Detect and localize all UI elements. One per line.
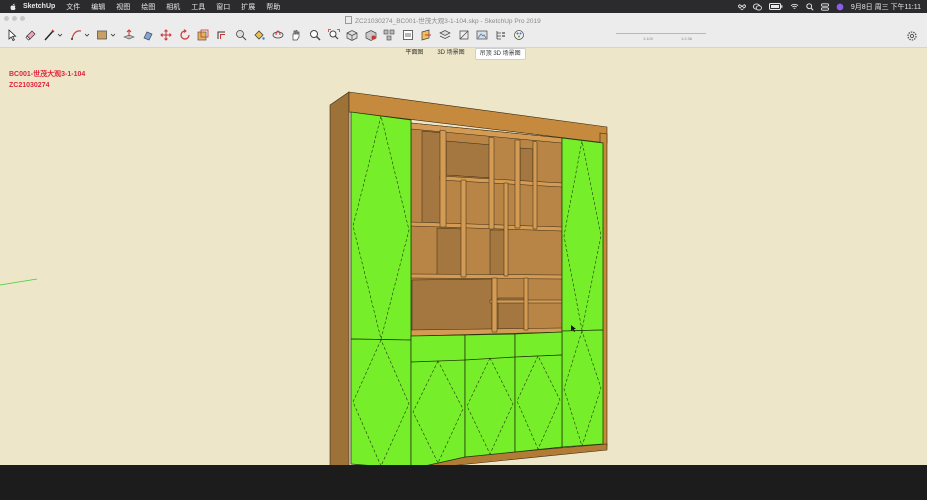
styles-icon[interactable] [457, 28, 471, 42]
menu-bar-status-area: 9月8日 周三 下午11:11 [737, 0, 921, 13]
dropbox-icon[interactable] [737, 3, 746, 11]
3d-warehouse-icon[interactable] [345, 28, 359, 42]
select-tool-icon[interactable] [5, 28, 19, 42]
orbit-tool-icon[interactable] [271, 28, 285, 42]
layout-send-icon[interactable] [401, 28, 415, 42]
paint-bucket-tool-icon[interactable] [252, 28, 266, 42]
materials-icon[interactable] [512, 28, 526, 42]
drawer-3 [514, 331, 563, 358]
battery-icon[interactable] [768, 3, 783, 10]
line-tool-icon[interactable] [42, 28, 64, 42]
sketchup-toolbar: ZC21030274_BC001-世茂大观3-1-104.skp - Sketc… [0, 13, 927, 48]
green-axis-line [0, 278, 38, 286]
zoom-window-button[interactable] [20, 16, 25, 21]
minimize-window-button[interactable] [12, 16, 17, 21]
cabinet-left-side [329, 91, 350, 481]
outliner-icon[interactable] [494, 28, 508, 42]
menu-help[interactable]: 帮助 [266, 2, 280, 12]
scale-slider-left-label: 1:100 [643, 36, 654, 41]
arc-tool-icon[interactable] [69, 28, 91, 42]
extension-warehouse-icon[interactable] [364, 28, 378, 42]
tab-floor-plan[interactable]: 平面图 [401, 48, 427, 58]
app-menu-sketchup[interactable]: SketchUp [23, 3, 55, 10]
components-icon[interactable] [382, 28, 396, 42]
settings-gear-icon[interactable] [906, 30, 918, 42]
document-icon [345, 16, 352, 24]
cabinet-model[interactable] [0, 61, 927, 500]
tab-ceiling-3d-scene[interactable]: 吊顶 3D 场景图 [474, 48, 526, 60]
lower-door-1 [410, 359, 466, 470]
wechat-icon[interactable] [752, 2, 762, 11]
left-upper-door [350, 111, 412, 341]
scene-tabs: 平面图 3D 场景图 吊顶 3D 场景图 [0, 48, 927, 60]
pan-tool-icon[interactable] [289, 28, 303, 42]
siri-icon[interactable] [836, 3, 844, 11]
scale-tool-icon[interactable] [196, 28, 210, 42]
scale-slider-track[interactable] [616, 33, 706, 34]
rotate-tool-icon[interactable] [178, 28, 192, 42]
drawer-1 [410, 334, 466, 363]
zoom-tool-icon[interactable] [308, 28, 322, 42]
tape-measure-tool-icon[interactable] [234, 28, 248, 42]
lower-door-3 [514, 354, 563, 453]
window-title-text: ZC21030274_BC001-世茂大观3-1-104.skp - Sketc… [355, 18, 541, 25]
scale-slider[interactable]: 1:100 1:2.36 [611, 30, 711, 41]
right-lower-door [561, 329, 604, 448]
lower-door-2 [464, 356, 516, 458]
move-tool-icon[interactable] [159, 28, 173, 42]
ground-plane [0, 465, 927, 500]
mac-menu-bar: SketchUp 文件 编辑 视图 绘图 相机 工具 窗口 扩展 帮助 9月8日… [0, 0, 927, 13]
window-controls [4, 16, 25, 21]
rectangle-tool-icon[interactable] [95, 28, 117, 42]
menu-window[interactable]: 窗口 [216, 2, 230, 12]
apple-icon[interactable] [9, 3, 17, 11]
menu-camera[interactable]: 相机 [166, 2, 180, 12]
zoom-extents-tool-icon[interactable] [327, 28, 341, 42]
spotlight-search-icon[interactable] [806, 2, 814, 11]
right-upper-door [561, 137, 604, 332]
section-plane-icon[interactable] [419, 28, 433, 42]
menu-view[interactable]: 视图 [116, 2, 130, 12]
control-center-icon[interactable] [820, 2, 829, 11]
tab-3d-scene[interactable]: 3D 场景图 [433, 48, 468, 58]
scale-slider-right-label: 1:2.36 [681, 36, 693, 41]
menu-bar-clock[interactable]: 9月8日 周三 下午11:11 [851, 2, 921, 12]
eraser-tool-icon[interactable] [24, 28, 38, 42]
left-lower-door [350, 338, 412, 470]
scenes-icon[interactable] [475, 28, 489, 42]
menu-tools[interactable]: 工具 [191, 2, 205, 12]
3d-viewport[interactable]: BC001-世茂大观3-1-104 ZC21030274 [0, 61, 927, 500]
wifi-icon[interactable] [790, 3, 799, 10]
menu-extensions[interactable]: 扩展 [241, 2, 255, 12]
menu-file[interactable]: 文件 [66, 2, 80, 12]
window-title: ZC21030274_BC001-世茂大观3-1-104.skp - Sketc… [345, 15, 541, 25]
follow-me-tool-icon[interactable] [141, 28, 155, 42]
push-pull-tool-icon[interactable] [122, 28, 136, 42]
section-display-icon[interactable] [438, 28, 452, 42]
drawer-2 [464, 333, 516, 361]
offset-tool-icon[interactable] [215, 28, 229, 42]
close-window-button[interactable] [4, 16, 9, 21]
menu-edit[interactable]: 编辑 [91, 2, 105, 12]
menu-draw[interactable]: 绘图 [141, 2, 155, 12]
tool-row [5, 28, 531, 42]
